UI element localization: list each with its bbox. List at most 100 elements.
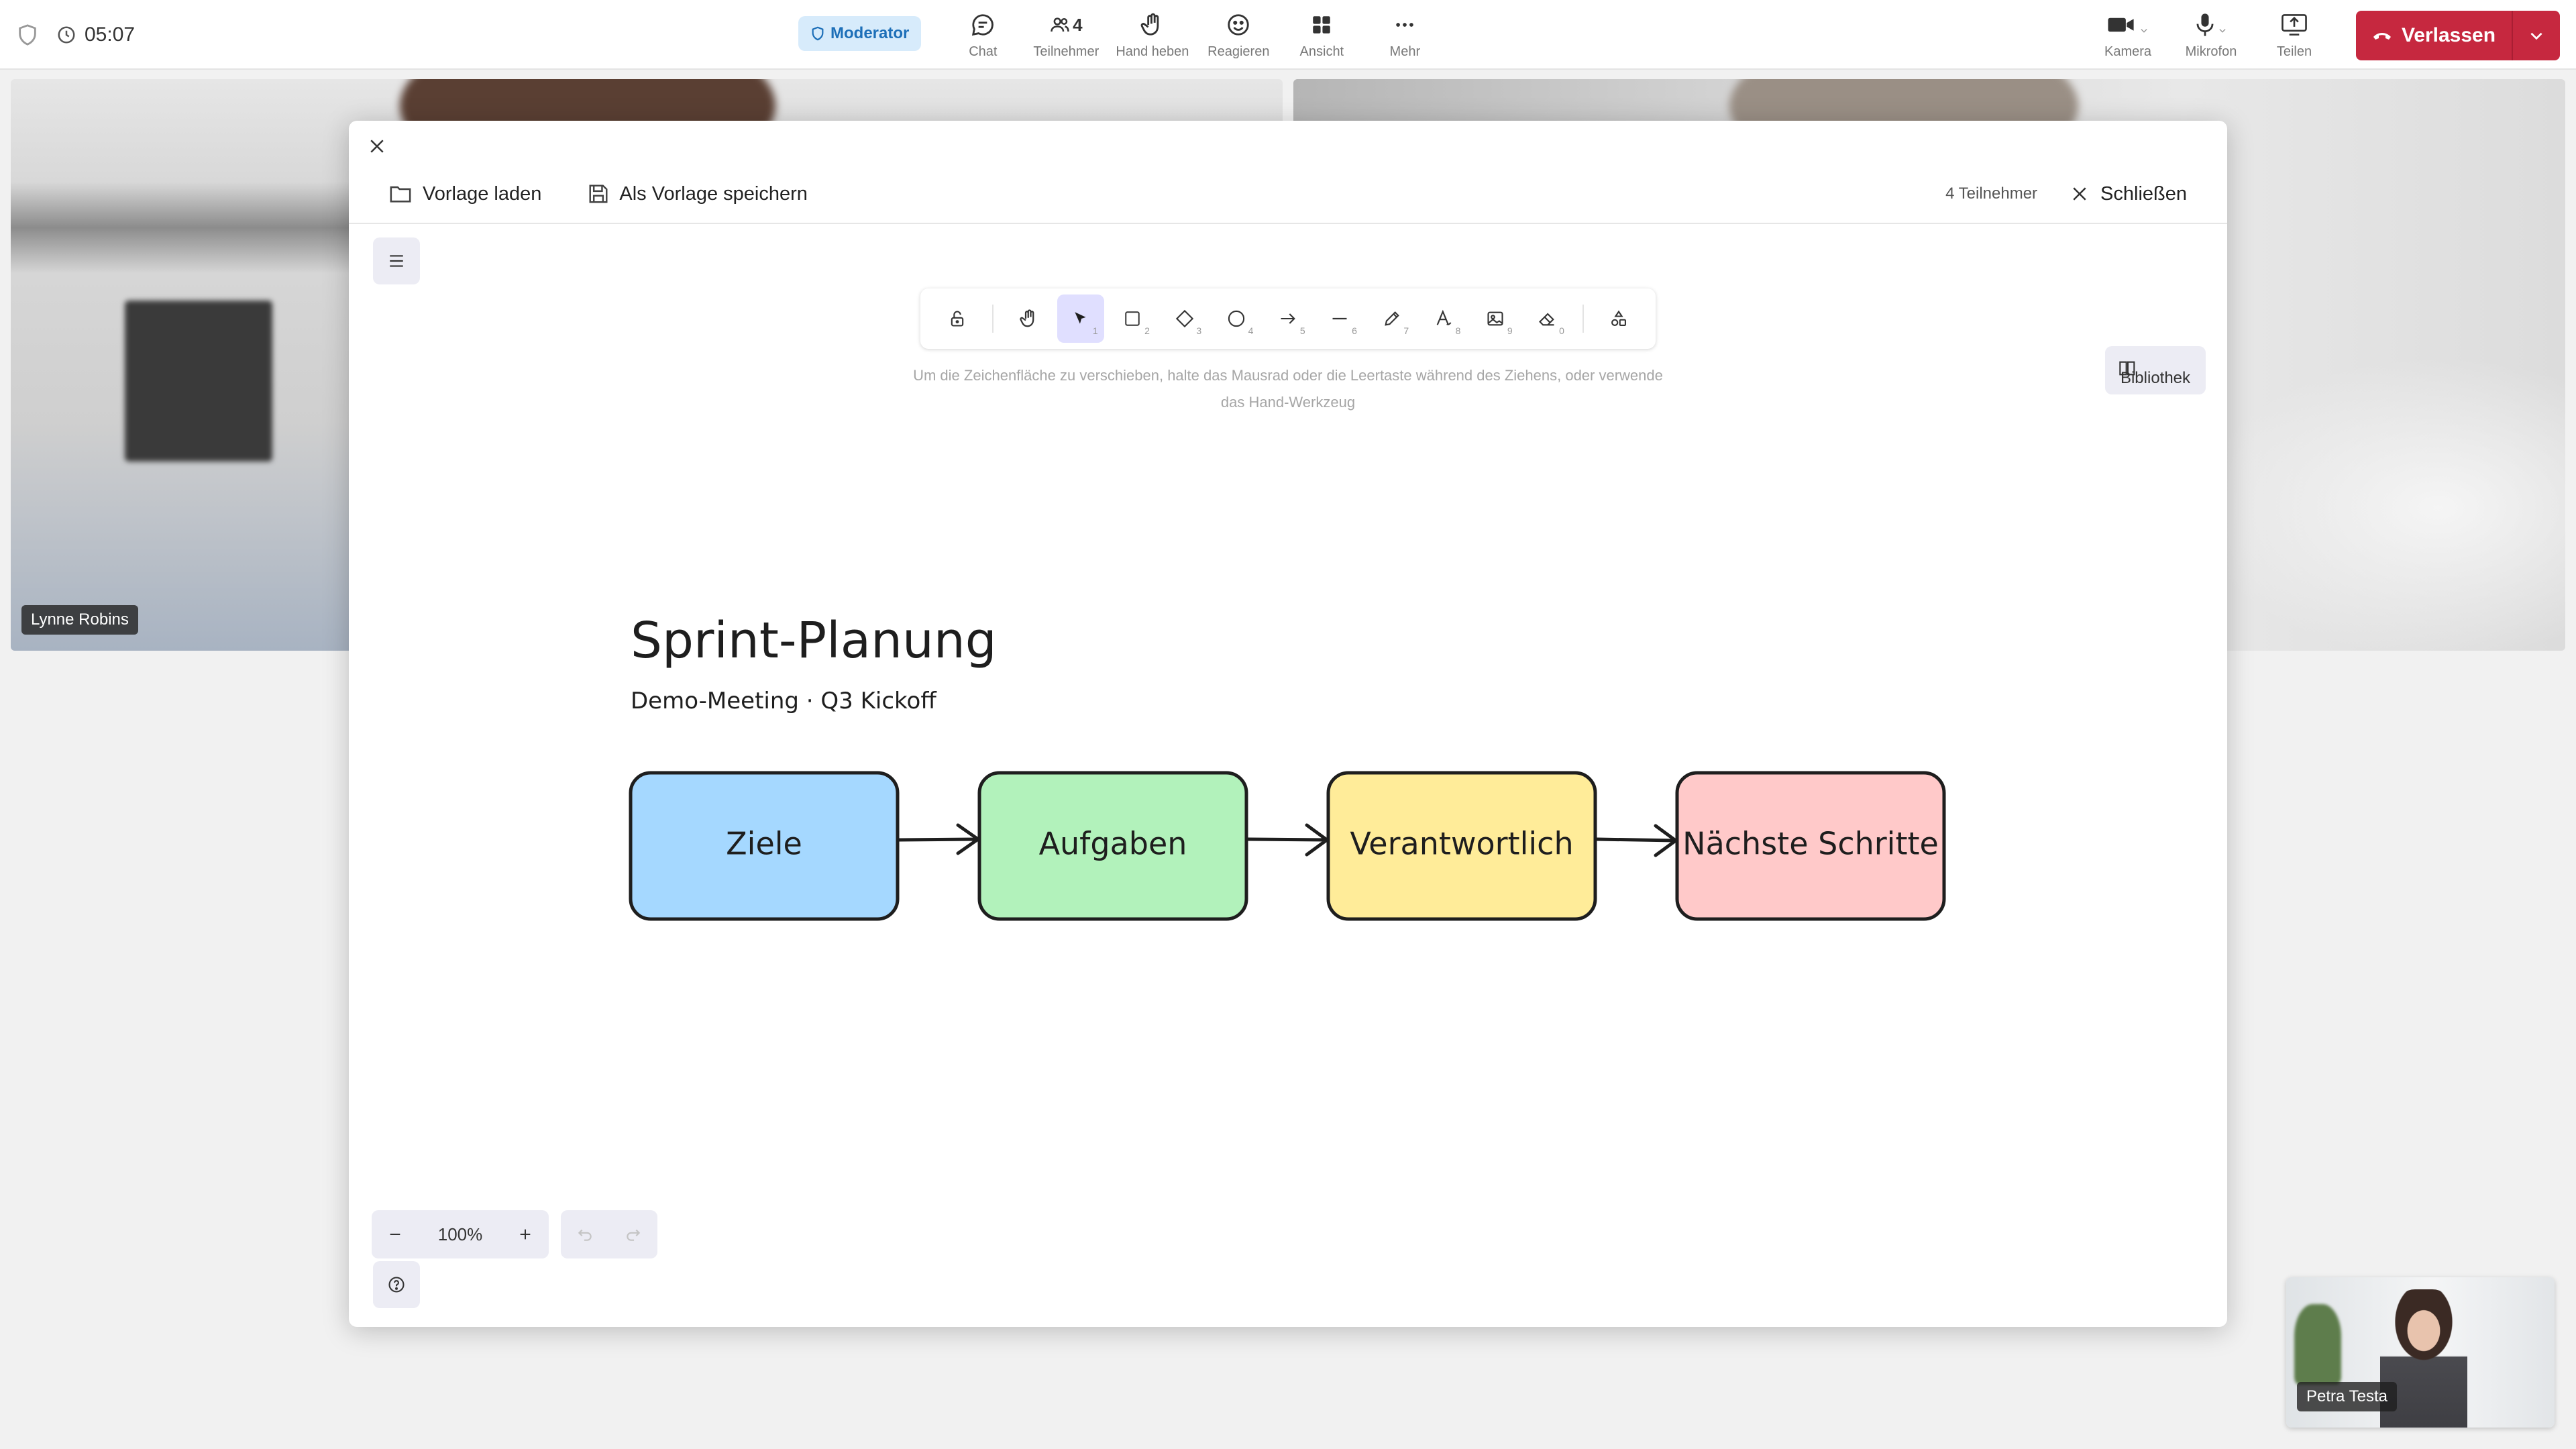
tool-image[interactable]: 9 [1472,294,1518,343]
main-menu-button[interactable] [373,237,420,284]
tool-diamond[interactable]: 3 [1161,294,1208,343]
more-button[interactable]: Mehr [1363,9,1446,60]
flow-box-aufgaben[interactable]: Aufgaben [977,771,1248,921]
image-icon [1487,311,1503,326]
rectangle-icon [1125,311,1140,326]
eraser-icon [1539,313,1555,326]
zoom-level[interactable]: 100% [419,1224,502,1245]
more-dots-icon [1393,9,1416,40]
circle-icon [1228,310,1244,327]
flow-arrow[interactable] [897,823,980,855]
flow-box-label: Aufgaben [1039,826,1187,862]
view-button[interactable]: Ansicht [1280,9,1363,60]
diamond-icon [1175,309,1193,328]
drawing-title[interactable]: Sprint-Planung [631,612,997,669]
close-icon [370,140,384,153]
canvas-footer-controls: 100% [372,1210,657,1258]
hang-up-icon [2372,29,2392,42]
share-screen-button[interactable]: Teilen [2253,9,2336,60]
canvas-hint: Um die Zeichenfläche zu verschieben, hal… [913,367,1663,411]
arrow-icon [1281,313,1295,324]
flow-box-ziele[interactable]: Ziele [629,771,900,921]
tool-hand[interactable] [1006,294,1052,343]
flow-arrow[interactable] [1595,824,1678,857]
shield-icon [16,23,39,46]
tool-eraser[interactable]: 0 [1524,294,1570,343]
minus-icon [390,1233,400,1236]
participants-button[interactable]: 4 Teilnehmer [1024,9,1108,60]
react-button[interactable]: Reagieren [1197,9,1280,60]
template-actions: Vorlage laden Als Vorlage speichern [389,165,808,223]
background-monitor [125,301,272,462]
microphone-icon [2195,9,2227,40]
meeting-controls: Moderator Chat 4 Teilnehmer Hand heben R… [798,9,1446,63]
tool-rectangle[interactable]: 2 [1110,294,1156,343]
tool-draw[interactable]: 7 [1368,294,1415,343]
hand-icon [1020,309,1034,327]
smiley-icon [1226,9,1251,40]
self-name-tag: Petra Testa [2297,1382,2397,1411]
drawing-toolbar: 1 2 3 4 5 6 7 8 9 0 [920,288,1656,349]
flow-box-verantwortlich[interactable]: Verantwortlich [1326,771,1597,921]
tool-ellipse[interactable]: 4 [1213,294,1259,343]
close-whiteboard-button[interactable]: Schließen [2070,183,2187,205]
hand-icon [1140,9,1165,40]
save-template-button[interactable]: Als Vorlage speichern [588,183,808,205]
redo-icon [627,1229,641,1241]
participants-icon: 4 [1050,9,1083,40]
raise-hand-button[interactable]: Hand heben [1108,9,1197,60]
folder-icon [389,184,412,204]
whiteboard-header-right: 4 Teilnehmer Schließen [1945,165,2187,223]
flow-box-label: Ziele [726,826,802,862]
pointer-icon [1075,312,1086,324]
help-button[interactable] [373,1261,420,1308]
whiteboard-modal: Vorlage laden Als Vorlage speichern 4 Te… [349,121,2227,1327]
zoom-in-button[interactable] [502,1210,549,1258]
plus-icon [520,1229,531,1240]
meeting-timer: 05:07 [56,23,135,46]
tool-extra[interactable] [1596,294,1642,343]
leave-button[interactable]: Verlassen [2356,11,2513,60]
microphone-button[interactable]: Mikrofon [2169,9,2253,60]
text-icon [1436,309,1452,325]
close-icon [2073,187,2086,201]
self-view-tile[interactable]: Petra Testa [2286,1277,2555,1428]
zoom-controls: 100% [372,1210,549,1258]
shapes-icon [1611,310,1627,326]
lock-icon [951,311,963,327]
tool-lock[interactable] [934,294,980,343]
tool-text[interactable]: 8 [1420,294,1466,343]
participant-name-tag: Lynne Robins [21,605,138,635]
undo-button[interactable] [561,1210,608,1258]
toolbar-divider [1582,305,1584,333]
redo-button[interactable] [610,1210,657,1258]
clock-icon [56,25,76,45]
flow-arrow[interactable] [1246,823,1329,857]
library-button[interactable]: Bibliothek [2105,346,2206,394]
camera-icon [2107,9,2149,40]
shield-icon [810,26,825,41]
leave-options-dropdown[interactable] [2513,11,2560,60]
chat-button[interactable]: Chat [941,9,1024,60]
chat-bubble-icon [970,9,996,40]
participant-count: 4 Teilnehmer [1945,184,2038,203]
tool-arrow[interactable]: 5 [1265,294,1311,343]
drawing-subtitle[interactable]: Demo-Meeting · Q3 Kickoff [631,688,937,714]
camera-button[interactable]: Kamera [2086,9,2169,60]
share-screen-icon [2282,9,2307,40]
help-icon [388,1277,405,1293]
chevron-down-icon [2530,32,2542,40]
tool-line[interactable]: 6 [1317,294,1363,343]
load-template-button[interactable]: Vorlage laden [389,183,541,205]
timer-value: 05:07 [85,23,136,46]
modal-close-button[interactable] [361,130,393,162]
tool-select[interactable]: 1 [1057,294,1104,343]
undo-icon [578,1229,592,1241]
pencil-icon [1384,311,1399,326]
save-icon [588,184,608,204]
flow-box-naechste-schritte[interactable]: Nächste Schritte [1675,771,1946,921]
zoom-out-button[interactable] [372,1210,419,1258]
hamburger-menu-icon [390,255,403,267]
flow-box-label: Nächste Schritte [1682,826,1939,862]
whiteboard-header: Vorlage laden Als Vorlage speichern 4 Te… [349,165,2227,224]
